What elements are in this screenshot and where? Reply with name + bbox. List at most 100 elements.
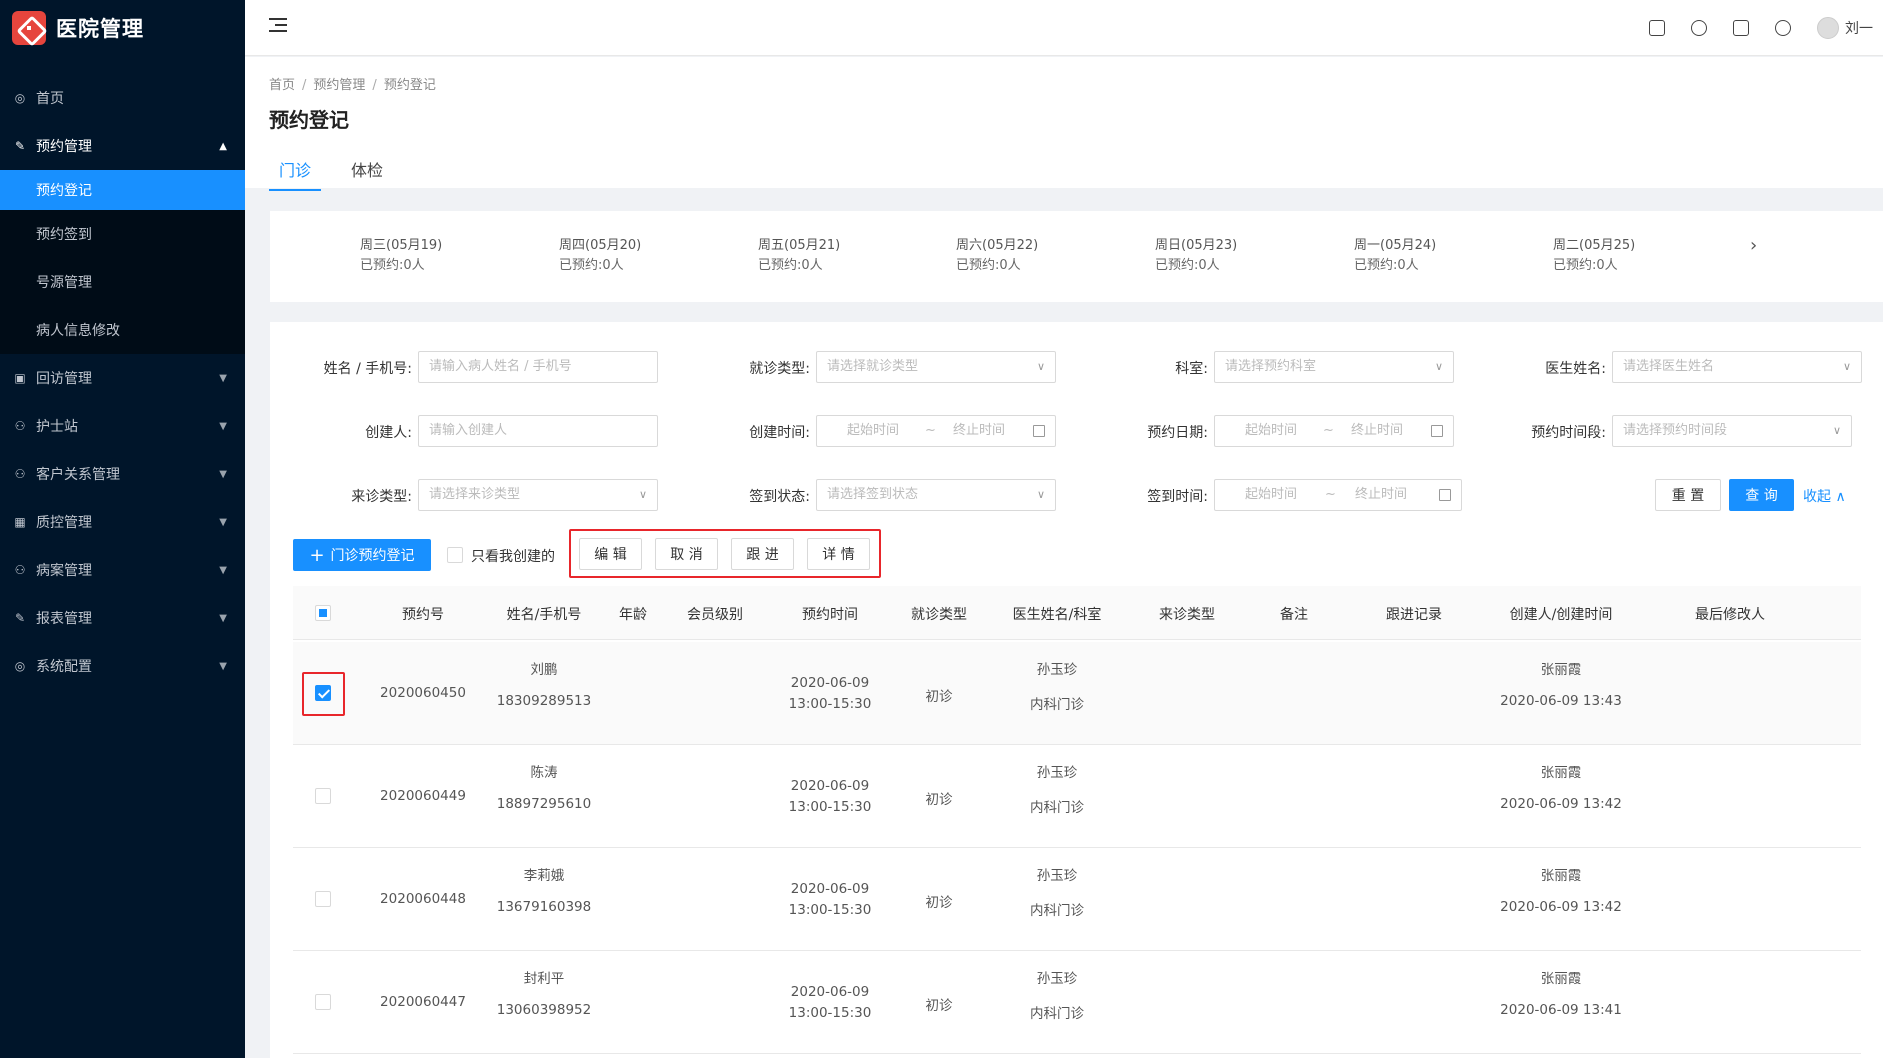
sidebar-item-system-config[interactable]: ◎ 系统配置 ▼ [0, 642, 245, 690]
chevron-down-icon: ∨ [1842, 360, 1851, 373]
reset-button[interactable]: 重 置 [1655, 479, 1721, 511]
creator: 张丽霞 [1540, 662, 1582, 678]
sidebar-item-appointment-register[interactable]: 预约登记 [0, 170, 245, 210]
day-count: 已预约:0人 [559, 258, 624, 273]
appointment-date-range[interactable]: 起始时间 ~ 终止时间 [1214, 415, 1454, 447]
table-row[interactable]: 2020060447 封利平 13060398952 2020-06-09 13… [293, 951, 1861, 1054]
tab-physical-exam[interactable]: 体检 [341, 157, 393, 191]
doctor-name: 孙玉珍 [1036, 662, 1078, 678]
column-header[interactable]: 医生姓名/科室 [987, 604, 1127, 624]
sidebar-item-quality-control[interactable]: ▦ 质控管理 ▼ [0, 498, 245, 546]
sidebar-item-patient-edit[interactable]: 病人信息修改 [0, 306, 245, 354]
breadcrumb-home[interactable]: 首页 [269, 78, 295, 93]
detail-button[interactable]: 详 情 [807, 538, 870, 570]
sidebar-item-appointment-checkin[interactable]: 预约签到 [0, 210, 245, 258]
only-mine-checkbox[interactable] [447, 547, 463, 563]
edit-button[interactable]: 编 辑 [579, 538, 642, 570]
sidebar-item-medical-records[interactable]: ⚇ 病案管理 ▼ [0, 546, 245, 594]
day-card[interactable]: 周三(05月19) 已预约:0人 [360, 236, 442, 276]
create-time-range[interactable]: 起始时间 ~ 终止时间 [816, 415, 1056, 447]
chevron-down-icon: ▼ [219, 660, 227, 672]
query-button[interactable]: 查 询 [1729, 479, 1794, 511]
collapse-link[interactable]: 收起 ∧ [1803, 486, 1846, 506]
column-header[interactable]: 最后修改人 [1670, 604, 1790, 624]
sidebar-item-crm[interactable]: ⚇ 客户关系管理 ▼ [0, 450, 245, 498]
help-icon[interactable] [1691, 20, 1707, 36]
home-icon[interactable] [1649, 20, 1665, 36]
sidebar-item-label: 报表管理 [36, 611, 92, 627]
sidebar-item-nurse-station[interactable]: ⚇ 护士站 ▼ [0, 402, 245, 450]
checkin-time-range[interactable]: 起始时间 ~ 终止时间 [1214, 479, 1462, 511]
sidebar-item-appointment[interactable]: ✎ 预约管理 ▲ [0, 122, 245, 170]
bell-icon[interactable] [1775, 20, 1791, 36]
row-checkbox[interactable] [315, 891, 331, 907]
day-card[interactable]: 周日(05月23) 已预约:0人 [1155, 236, 1237, 276]
creator-input[interactable]: 请输入创建人 [418, 415, 658, 447]
only-mine-label[interactable]: 只看我创建的 [471, 546, 555, 566]
appointment-slot: 13:00-15:30 [788, 696, 872, 712]
chevron-down-icon: ▼ [219, 564, 227, 576]
cancel-button[interactable]: 取 消 [655, 538, 718, 570]
source-type-select[interactable]: 请选择来诊类型 ∨ [418, 479, 658, 511]
department: 内科门诊 [1030, 800, 1084, 816]
apps-grid-icon[interactable] [1733, 20, 1749, 36]
table-row[interactable]: 2020060450 刘鹏 18309289513 2020-06-09 13:… [293, 642, 1861, 745]
source-type-label: 来诊类型: [351, 489, 412, 505]
avatar[interactable] [1817, 17, 1839, 39]
visit-type: 初诊 [925, 689, 953, 705]
visit-type-select[interactable]: 请选择就诊类型 ∨ [816, 351, 1056, 383]
day-count: 已预约:0人 [956, 258, 1021, 273]
sidebar-item-label: 质控管理 [36, 515, 92, 531]
sidebar-item-reports[interactable]: ✎ 报表管理 ▼ [0, 594, 245, 642]
sidebar-item-home[interactable]: ◎ 首页 [0, 74, 245, 122]
column-header[interactable]: 备注 [1254, 604, 1334, 624]
checkin-status-select[interactable]: 请选择签到状态 ∨ [816, 479, 1056, 511]
follow-up-button[interactable]: 跟 进 [731, 538, 794, 570]
sidebar-item-slot-management[interactable]: 号源管理 [0, 258, 245, 306]
add-outpatient-appointment-button[interactable]: + 门诊预约登记 [293, 539, 431, 571]
table-row[interactable]: 2020060448 李莉娥 13679160398 2020-06-09 13… [293, 848, 1861, 951]
row-checkbox[interactable] [315, 788, 331, 804]
name-phone-input[interactable]: 请输入病人姓名 / 手机号 [418, 351, 658, 383]
department: 内科门诊 [1030, 1006, 1084, 1022]
column-header[interactable]: 创建人/创建时间 [1491, 604, 1631, 624]
row-checkbox[interactable] [315, 994, 331, 1010]
day-card[interactable]: 周一(05月24) 已预约:0人 [1354, 236, 1436, 276]
day-card[interactable]: 周五(05月21) 已预约:0人 [758, 236, 840, 276]
user-name[interactable]: 刘一 [1845, 18, 1873, 38]
tabs: 门诊 体检 [269, 157, 413, 191]
plus-icon: + [309, 544, 325, 566]
creator-label: 创建人: [365, 425, 412, 441]
day-card[interactable]: 周四(05月20) 已预约:0人 [559, 236, 641, 276]
chevron-up-icon: ▲ [219, 140, 227, 152]
column-header[interactable]: 年龄 [593, 604, 673, 624]
appointment-no: 2020060450 [380, 685, 466, 701]
appointment-no: 2020060448 [380, 891, 466, 907]
doctor-name: 孙玉珍 [1036, 868, 1078, 884]
sidebar-item-followup[interactable]: ▣ 回访管理 ▼ [0, 354, 245, 402]
appointment-date-label: 预约日期: [1147, 425, 1208, 441]
column-header[interactable]: 预约号 [363, 604, 483, 624]
appointment-slot-select[interactable]: 请选择预约时间段 ∨ [1612, 415, 1852, 447]
create-time-label: 创建时间: [749, 425, 810, 441]
column-header[interactable]: 会员级别 [665, 604, 765, 624]
day-card[interactable]: 周二(05月25) 已预约:0人 [1553, 236, 1635, 276]
appointment-no: 2020060449 [380, 788, 466, 804]
sidebar: 医院管理 ◎ 首页 ✎ 预约管理 ▲ 预约登记 预约签到 号源管理 病人信息修改… [0, 0, 245, 1058]
table-header: 预约号 姓名/手机号 年龄 会员级别 预约时间 就诊类型 医生姓名/科室 来诊类… [293, 586, 1861, 640]
department-select[interactable]: 请选择预约科室 ∨ [1214, 351, 1454, 383]
column-header[interactable]: 就诊类型 [889, 604, 989, 624]
tab-outpatient[interactable]: 门诊 [269, 157, 322, 191]
table-row[interactable]: 2020060449 陈涛 18897295610 2020-06-09 13:… [293, 745, 1861, 848]
select-all-checkbox[interactable] [315, 605, 331, 621]
day-label: 周六(05月22) [956, 238, 1039, 253]
column-header[interactable]: 来诊类型 [1127, 604, 1247, 624]
day-card[interactable]: 周六(05月22) 已预约:0人 [956, 236, 1038, 276]
doctor-name-select[interactable]: 请选择医生姓名 ∨ [1612, 351, 1862, 383]
chevron-down-icon: ∨ [1832, 424, 1841, 437]
chevron-right-icon[interactable]: › [1750, 235, 1757, 256]
column-header[interactable]: 跟进记录 [1354, 604, 1474, 624]
breadcrumb-appointment[interactable]: 预约管理 [313, 78, 365, 93]
menu-fold-icon[interactable] [269, 18, 287, 34]
column-header[interactable]: 预约时间 [770, 604, 890, 624]
